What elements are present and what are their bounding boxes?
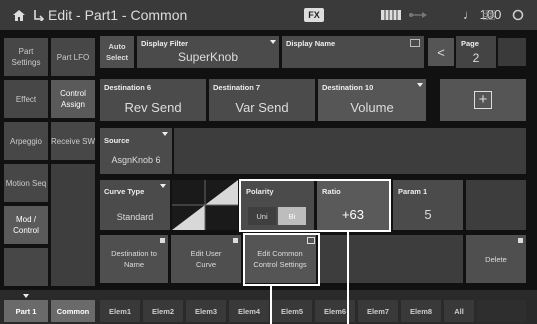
destination-10-field[interactable]: Destination 10 Volume: [318, 79, 426, 121]
tab-arpeggio[interactable]: Arpeggio: [4, 122, 48, 160]
callout-line: [270, 286, 272, 324]
auto-select-button[interactable]: Auto Select: [100, 36, 134, 68]
display-filter-label: Display Filter: [141, 39, 189, 48]
keyboard-entry-icon: [410, 39, 420, 47]
dropdown-icon: [270, 40, 276, 44]
dropdown-icon: [160, 184, 166, 188]
tab-receive-sw[interactable]: Receive SW: [51, 122, 95, 160]
page-title: Edit - Part1 - Common: [48, 7, 188, 23]
elem-4-button[interactable]: Elem4: [229, 300, 269, 322]
elem-8-button[interactable]: Elem8: [401, 300, 441, 322]
curve-type-label: Curve Type: [104, 187, 145, 196]
source-field[interactable]: Source AsgnKnob 6: [100, 128, 172, 174]
page-next-button[interactable]: [498, 38, 526, 66]
destination-to-name-button[interactable]: Destination to Name: [100, 235, 168, 283]
tab-control-assign[interactable]: Control Assign: [51, 80, 95, 118]
edit-user-curve-label: Edit User Curve: [190, 249, 222, 269]
tab-mod-control[interactable]: Mod / Control: [4, 206, 48, 244]
elem-all-button[interactable]: All: [444, 300, 474, 322]
elem-6-button[interactable]: Elem6: [315, 300, 355, 322]
destination-6-label: Destination 6: [104, 83, 152, 92]
tab-part-lfo[interactable]: Part LFO: [51, 38, 95, 76]
assignable-tag-icon: [160, 238, 165, 243]
tab-motion-seq[interactable]: Motion Seq: [4, 164, 48, 202]
curve-graph: [172, 180, 238, 230]
add-destination-button[interactable]: +: [440, 79, 526, 121]
home-icon[interactable]: [8, 0, 30, 30]
elem-1-button[interactable]: Elem1: [100, 300, 140, 322]
assignable-tag-icon: [233, 238, 238, 243]
sidebar-spacer: [51, 164, 95, 286]
tab-effect[interactable]: Effect: [4, 80, 48, 118]
page-label: Page: [461, 39, 479, 48]
dropdown-icon: [162, 132, 168, 136]
display-filter-value: SuperKnob: [177, 50, 239, 64]
polarity-ratio-callout: [239, 179, 391, 232]
action-spacer: [319, 235, 463, 283]
source-label: Source: [104, 136, 130, 145]
dropdown-icon: [23, 294, 29, 298]
callout-line: [347, 232, 349, 324]
assignable-tag-icon: [518, 238, 523, 243]
destination-to-name-label: Destination to Name: [111, 249, 157, 269]
elem-3-button[interactable]: Elem3: [186, 300, 226, 322]
display-name-label: Display Name: [286, 39, 336, 48]
dropdown-icon: [417, 83, 423, 87]
param1-label: Param 1: [398, 187, 428, 196]
elem-spacer: [477, 300, 526, 322]
source-value: AsgnKnob 6: [111, 155, 161, 165]
page-value: 2: [472, 51, 480, 65]
display-name-field[interactable]: Display Name: [282, 36, 424, 68]
edit-common-callout: [243, 233, 320, 286]
usb-icon: [406, 0, 430, 30]
elem-7-button[interactable]: Elem7: [358, 300, 398, 322]
curve-type-value: Standard: [116, 212, 154, 222]
common-button[interactable]: Common: [51, 300, 95, 322]
circle-icon[interactable]: [506, 0, 530, 30]
display-filter-field[interactable]: Display Filter SuperKnob: [137, 36, 279, 68]
delete-button[interactable]: Delete: [466, 235, 526, 283]
tab-empty: [4, 248, 48, 286]
param-spacer: [466, 180, 526, 230]
part-1-button[interactable]: Part 1: [4, 300, 48, 322]
param1-field[interactable]: Param 1 5: [393, 180, 463, 230]
grid-icon[interactable]: [478, 0, 500, 30]
curve-type-field[interactable]: Curve Type Standard: [100, 180, 170, 230]
source-spacer: [174, 128, 526, 174]
elem-2-button[interactable]: Elem2: [143, 300, 183, 322]
keyboard-icon: [378, 0, 404, 30]
top-bar: Edit - Part1 - Common FX ♩ 100: [0, 0, 537, 30]
fx-badge: FX: [304, 8, 324, 22]
elem-5-button[interactable]: Elem5: [272, 300, 312, 322]
destination-10-label: Destination 10: [322, 83, 374, 92]
back-arrow-icon[interactable]: [30, 0, 48, 30]
page-field[interactable]: Page 2: [456, 36, 496, 68]
destination-6-value: Rev Send: [124, 100, 182, 115]
tab-part-settings[interactable]: Part Settings: [4, 38, 48, 76]
destination-10-value: Volume: [350, 100, 394, 115]
page-prev-button[interactable]: <: [428, 38, 454, 66]
param1-value: 5: [424, 207, 432, 222]
destination-7-value: Var Send: [235, 100, 289, 115]
edit-user-curve-button[interactable]: Edit User Curve: [171, 235, 241, 283]
destination-6-field[interactable]: Destination 6 Rev Send: [100, 79, 206, 121]
plus-icon: +: [474, 91, 492, 109]
destination-7-label: Destination 7: [213, 83, 261, 92]
destination-7-field[interactable]: Destination 7 Var Send: [209, 79, 315, 121]
screen: Edit - Part1 - Common FX ♩ 100 Part Sett…: [0, 0, 537, 324]
